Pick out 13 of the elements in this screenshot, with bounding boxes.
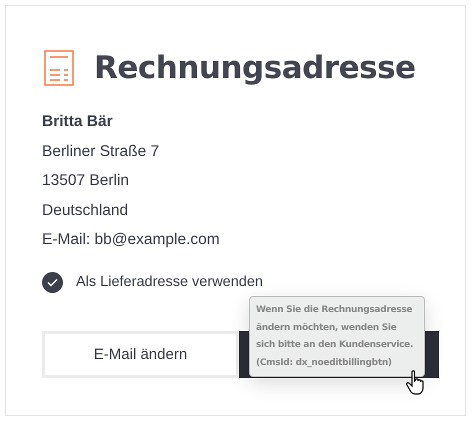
hand-cursor-icon [406, 370, 426, 396]
address-line: Berliner Straße 7 [42, 142, 160, 162]
check-icon [47, 278, 58, 286]
address-line: Deutschland [42, 200, 130, 220]
change-email-button[interactable]: E-Mail ändern [42, 330, 239, 378]
tooltip: Wenn Sie die Rechnungsadresse ändern möchten, wenden Sie sich bitte an den Kundenservice. (CmsId: dx_noeditbillingbtn) [249, 296, 425, 378]
checkbox[interactable] [42, 272, 63, 292]
section-title: Rechnungsadresse [94, 50, 416, 86]
address-line: 13507 Berlin [42, 171, 130, 191]
document-icon [44, 50, 74, 86]
customer-name: Britta Bär [42, 112, 114, 132]
address-line: E-Mail: bb@example.com [42, 230, 221, 250]
checkbox-label: Als Lieferadresse verwenden [76, 274, 263, 290]
